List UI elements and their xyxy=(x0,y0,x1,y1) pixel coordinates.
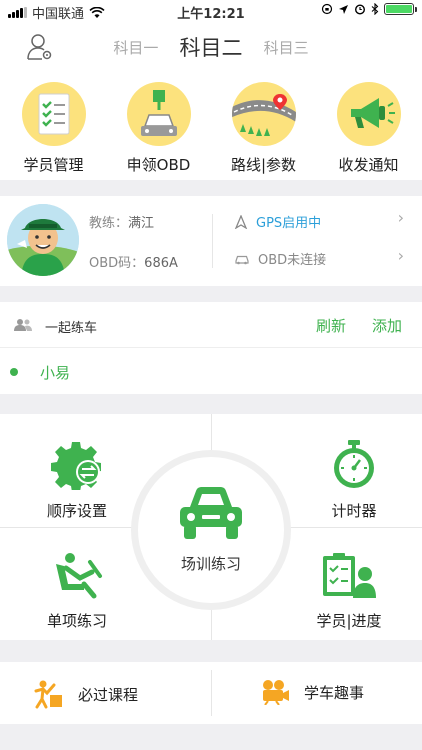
tab-subject-one[interactable]: 科目一 xyxy=(113,37,158,58)
gps-status-row[interactable]: GPS启用中 xyxy=(234,212,321,231)
timer-button[interactable]: 计时器 xyxy=(299,438,409,521)
bluetooth-icon xyxy=(371,3,379,15)
tab-subject-two[interactable]: 科目二 xyxy=(180,32,243,62)
car-icon xyxy=(180,487,242,539)
single-practice-button[interactable]: 单项练习 xyxy=(22,552,132,631)
grid-label: 单项练习 xyxy=(46,612,107,630)
refresh-button[interactable]: 刷新 xyxy=(316,315,346,336)
people-icon xyxy=(14,319,32,331)
chevron-right-icon[interactable]: › xyxy=(398,246,404,265)
fun-stories-label: 学车趣事 xyxy=(304,683,365,702)
obd-status-row[interactable]: OBD未连接 xyxy=(234,249,326,268)
battery-icon xyxy=(384,3,417,15)
grid-label: 顺序设置 xyxy=(46,502,107,520)
navigation-arrow-icon xyxy=(234,214,248,229)
coach-card: 教练：满江 OBD码：686A GPS启用中 › OBD未连接 › xyxy=(0,196,422,286)
video-camera-icon xyxy=(263,680,289,705)
online-dot xyxy=(10,368,18,376)
subject-tabs: 科目一 科目二 科目三 xyxy=(0,32,422,62)
car-outline-icon xyxy=(235,255,249,264)
coach-name: 满江 xyxy=(128,216,155,231)
coach-avatar[interactable] xyxy=(7,204,79,276)
header: 科目一 科目二 科目三 xyxy=(0,22,422,72)
practice-together-panel: 一起练车 刷新 添加 小易 xyxy=(0,302,422,394)
status-bar: 中国联通 上午12:21 xyxy=(0,0,422,22)
person-flag-icon xyxy=(34,680,62,709)
grid-label: 学员|进度 xyxy=(316,612,382,630)
fun-stories-button[interactable]: 学车趣事 xyxy=(260,679,364,705)
quick-nav: 学员管理 申领OBD 路线|参数 收发通知 xyxy=(0,72,422,180)
required-course-button[interactable]: 必过课程 xyxy=(32,679,138,709)
alarm-icon xyxy=(354,4,366,15)
tab-subject-three[interactable]: 科目三 xyxy=(264,37,309,58)
driver-seat-icon xyxy=(56,553,102,599)
practice-together-title: 一起练车 xyxy=(45,321,98,336)
bottom-panel: 必过课程 学车趣事 xyxy=(0,662,422,724)
obd-device-icon xyxy=(126,82,191,146)
clipboard-progress-icon xyxy=(323,553,376,598)
member-item[interactable]: 小易 xyxy=(40,362,70,383)
gps-status: GPS启用中 xyxy=(256,216,322,231)
chevron-right-icon[interactable]: › xyxy=(398,208,404,227)
training-grid: 顺序设置 计时器 单项练习 学员|进度 场训练习 xyxy=(0,414,422,640)
coach-label: 教练： xyxy=(89,216,129,231)
obd-code: 686A xyxy=(144,256,178,271)
gear-swap-icon xyxy=(51,442,101,492)
obd-status: OBD未连接 xyxy=(258,253,327,268)
field-practice-button[interactable]: 场训练习 xyxy=(138,457,284,603)
grid-label: 场训练习 xyxy=(180,555,241,573)
grid-label: 计时器 xyxy=(331,502,377,520)
quick-nav-route-params[interactable]: 路线|参数 xyxy=(211,82,316,175)
required-course-label: 必过课程 xyxy=(78,685,139,704)
quick-nav-apply-obd[interactable]: 申领OBD xyxy=(106,82,211,175)
sequence-settings-button[interactable]: 顺序设置 xyxy=(22,438,132,521)
quick-nav-label: 路线|参数 xyxy=(230,156,297,174)
stopwatch-icon xyxy=(334,440,374,488)
quick-nav-notifications[interactable]: 收发通知 xyxy=(316,82,421,175)
student-progress-button[interactable]: 学员|进度 xyxy=(294,552,404,631)
quick-nav-label: 学员管理 xyxy=(23,156,84,174)
obd-code-label: OBD码： xyxy=(89,256,145,271)
route-map-icon xyxy=(231,82,296,146)
divider xyxy=(212,214,213,268)
orientation-lock-icon xyxy=(321,3,333,15)
quick-nav-student-management[interactable]: 学员管理 xyxy=(1,82,106,175)
megaphone-icon xyxy=(336,82,401,146)
clipboard-checklist-icon xyxy=(21,82,86,146)
add-button[interactable]: 添加 xyxy=(372,315,402,336)
location-arrow-icon xyxy=(339,4,348,14)
quick-nav-label: 申领OBD xyxy=(126,156,191,174)
quick-nav-label: 收发通知 xyxy=(338,156,399,174)
